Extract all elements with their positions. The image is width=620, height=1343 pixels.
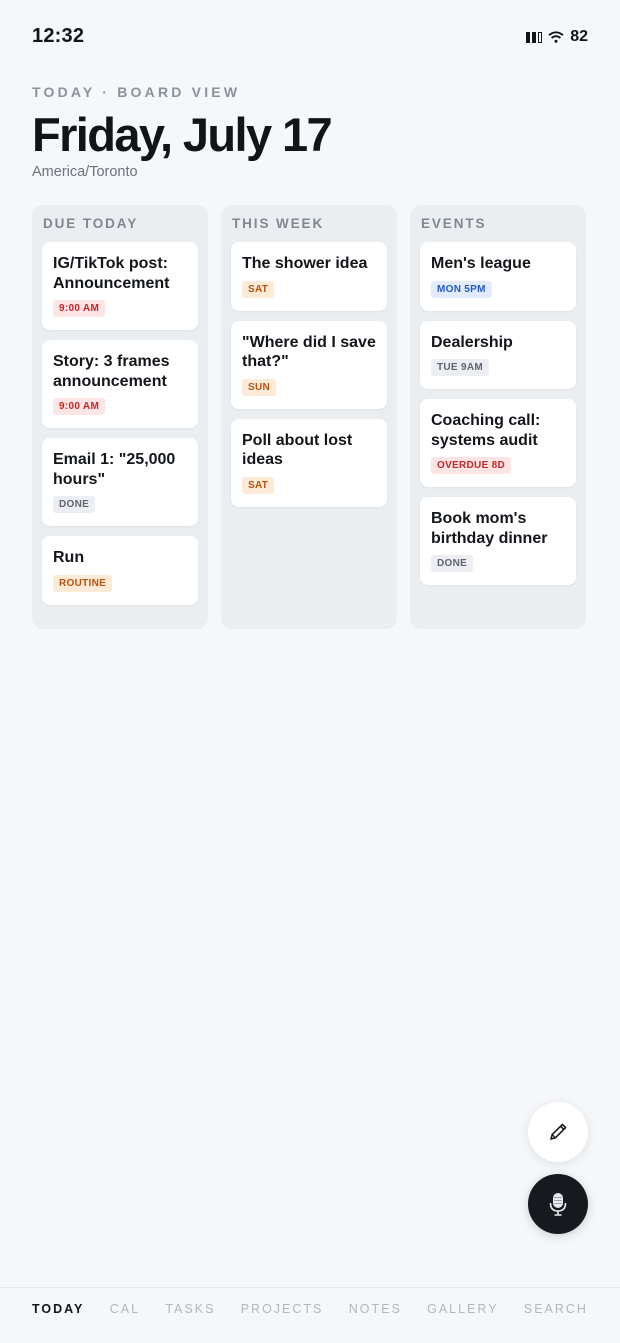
column-title: DUE TODAY [43,216,139,231]
tab-search[interactable]: SEARCH [524,1302,588,1316]
column-this-week: THIS WEEK The shower idea SAT "Where did… [221,205,397,629]
card-title: Story: 3 frames announcement [53,353,170,390]
task-card[interactable]: "Where did I save that?" SUN [231,320,387,409]
column-due-today: DUE TODAY IG/TikTok post: Announcement 9… [32,205,208,629]
battery-level: 82 [570,28,588,45]
card-title: Run [53,549,85,566]
page-header: TODAY · BOARD VIEW Friday, July 17 Ameri… [32,84,592,180]
time-badge: 9:00 AM [53,398,106,415]
column-title: EVENTS [421,216,487,231]
tab-projects[interactable]: PROJECTS [241,1302,324,1316]
card-title: Dealership [431,333,513,351]
task-card[interactable]: The shower idea SAT [231,242,387,311]
voice-capture-button[interactable] [528,1174,588,1234]
day-badge: SAT [242,476,275,494]
status-bar: 12:32 82 [0,0,620,72]
tab-cal[interactable]: CAL [110,1302,140,1316]
tab-today[interactable]: TODAY [32,1302,84,1316]
wifi-icon [548,31,564,43]
event-time-badge: TUE 9AM [431,359,489,376]
card-title: The shower idea [242,255,368,272]
view-eyebrow: TODAY · BOARD VIEW [32,84,241,100]
tab-tasks[interactable]: TASKS [165,1302,215,1316]
tab-list: TODAY CAL TASKS PROJECTS NOTES GALLERY S… [32,1302,588,1316]
card-title: "Where did I save that?" [242,333,376,371]
event-card[interactable]: Book mom's birthday dinner DONE [420,497,576,585]
status-badge: DONE [431,555,474,572]
task-card[interactable]: Poll about lost ideas SAT [231,418,387,507]
event-card[interactable]: Men's league MON 5PM [420,242,576,311]
day-badge: SAT [242,280,275,298]
column-events: EVENTS Men's league MON 5PM Dealership T… [410,205,586,629]
status-indicators: 82 [526,28,588,46]
column-title: THIS WEEK [232,216,325,231]
day-badge: SUN [242,378,277,396]
time-badge: 9:00 AM [53,300,106,317]
microphone-icon [549,1193,567,1216]
task-card[interactable]: IG/TikTok post: Announcement 9:00 AM [42,242,198,330]
bottom-tab-bar: TODAY CAL TASKS PROJECTS NOTES GALLERY S… [0,1287,620,1343]
page-title: Friday, July 17 [32,108,333,161]
task-card[interactable]: Run ROUTINE [42,536,198,605]
pencil-icon [550,1123,567,1140]
card-title: Men's league [431,255,531,272]
card-title: Coaching call: systems audit [431,412,541,449]
tab-notes[interactable]: NOTES [349,1302,402,1316]
board: DUE TODAY IG/TikTok post: Announcement 9… [32,205,588,629]
status-badge: DONE [53,496,96,513]
event-time-badge: MON 5PM [431,280,492,298]
new-note-button[interactable] [528,1102,588,1162]
timezone-label: America/Toronto [32,164,138,181]
status-time: 12:32 [32,25,85,47]
event-card[interactable]: Dealership TUE 9AM [420,320,576,389]
routine-badge: ROUTINE [53,574,113,592]
task-card[interactable]: Story: 3 frames announcement 9:00 AM [42,340,198,428]
overdue-badge: OVERDUE 8D [431,457,512,474]
card-title: Email 1: "25,000 hours" [53,451,176,488]
task-card[interactable]: Email 1: "25,000 hours" DONE [42,438,198,526]
card-title: Book mom's birthday dinner [431,510,548,547]
tab-gallery[interactable]: GALLERY [427,1302,498,1316]
signal-icon [526,31,543,43]
event-card[interactable]: Coaching call: systems audit OVERDUE 8D [420,399,576,487]
card-title: Poll about lost ideas [242,431,353,469]
card-title: IG/TikTok post: Announcement [53,255,170,292]
